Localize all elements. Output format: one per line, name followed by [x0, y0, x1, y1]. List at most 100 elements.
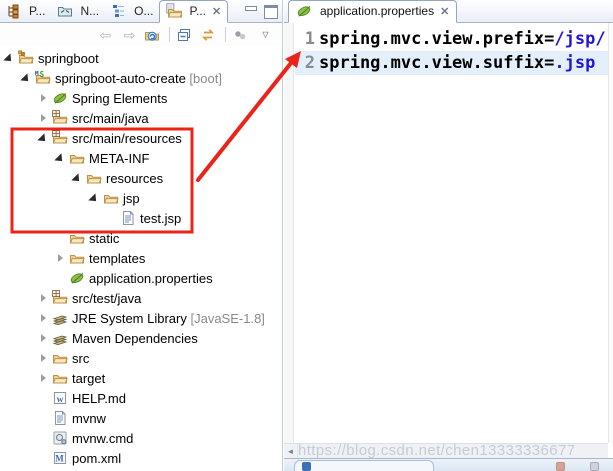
code-line-2[interactable]: 2 spring.mvc.view.suffix= .jsp — [295, 51, 608, 75]
toolbar-separator — [169, 27, 170, 42]
tree-item-test-jsp[interactable]: test.jsp — [0, 208, 282, 228]
caret-expanded-icon[interactable] — [89, 192, 102, 205]
blue-view-icon — [302, 462, 311, 471]
collapse-all-icon[interactable] — [177, 26, 194, 43]
tree-item-mvnw[interactable]: mvnw — [0, 408, 282, 428]
caret-expanded-icon[interactable] — [55, 152, 68, 165]
link-with-editor-icon[interactable] — [201, 26, 218, 43]
back-arrow-icon[interactable]: ⇦ — [97, 26, 114, 43]
property-key: spring.mvc.view.prefix= — [319, 29, 555, 49]
tree-item-templates[interactable]: templates — [0, 248, 282, 268]
red-view-icon — [556, 462, 565, 471]
caret-collapsed-icon[interactable] — [38, 112, 51, 125]
toolbar-separator — [225, 27, 226, 42]
tree-item-label: META-INF — [89, 150, 150, 166]
tree-item-src[interactable]: src — [0, 348, 282, 368]
caret-collapsed-icon[interactable] — [38, 332, 51, 345]
source-folder-icon — [52, 290, 68, 304]
tree-item-label: target — [72, 370, 106, 386]
code-area[interactable]: 1 spring.mvc.view.prefix=/jsp/2 spring.mvc… — [284, 23, 608, 443]
focus-view-icon[interactable] — [233, 26, 250, 43]
tab-project-explorer[interactable]: P... — [0, 0, 51, 22]
overview-ruler — [608, 23, 613, 443]
svg-text:M: M — [55, 454, 64, 464]
library-icon — [52, 315, 68, 326]
tree-item-pom-xml[interactable]: Mpom.xml — [0, 448, 282, 468]
editor-tab-label: application.properties — [320, 4, 435, 18]
caret-expanded-icon[interactable] — [38, 132, 51, 145]
tab-package-explorer[interactable]: P... ✕ — [159, 0, 229, 23]
caret-spacer — [38, 432, 51, 445]
tree-item-src-main-resources[interactable]: src/main/resources — [0, 128, 282, 148]
package-explorer-icon — [166, 3, 183, 18]
view-menu-icon[interactable]: ▽ — [257, 26, 274, 43]
tree-item-spring-elements[interactable]: Spring Elements — [0, 88, 282, 108]
tab-outline[interactable]: O... — [105, 0, 159, 22]
folder-icon — [69, 155, 85, 164]
editor-tab-application-properties[interactable]: application.properties ✕ — [288, 0, 458, 23]
close-icon[interactable]: ✕ — [440, 5, 449, 18]
caret-spacer — [38, 392, 51, 405]
caret-spacer — [55, 272, 68, 285]
tree-item-label: Spring Elements — [72, 90, 168, 106]
caret-expanded-icon[interactable] — [72, 172, 85, 185]
package-explorer-panel: P... N... O... P... ✕ ⇦ ⇨ ▽ springboot M… — [0, 0, 283, 471]
caret-collapsed-icon[interactable] — [55, 252, 68, 265]
caret-expanded-icon[interactable] — [4, 52, 17, 65]
caret-expanded-icon[interactable] — [21, 72, 34, 85]
tree-item-label: Maven Dependencies — [72, 330, 198, 346]
forward-arrow-icon[interactable]: ⇨ — [121, 26, 138, 43]
caret-collapsed-icon[interactable] — [38, 372, 51, 385]
tab-navigator[interactable]: N... — [51, 0, 105, 22]
spring-leaf-icon — [53, 93, 67, 104]
tree-item-application-properties[interactable]: application.properties — [0, 268, 282, 288]
maven-spring-project-icon: MS — [35, 70, 51, 84]
tree-item-resources[interactable]: resources — [0, 168, 282, 188]
spring-leaf-icon — [70, 273, 84, 284]
tree-item-label: springboot — [38, 50, 99, 66]
caret-spacer — [106, 212, 119, 225]
go-into-folder-icon[interactable] — [145, 26, 162, 43]
tree-item-springboot-auto-create[interactable]: M Sspringboot-auto-create [boot] — [0, 68, 282, 88]
tree-item-jsp[interactable]: jsp — [0, 188, 282, 208]
horizontal-scrollbar[interactable]: ◄ — [284, 443, 608, 458]
caret-collapsed-icon[interactable] — [38, 292, 51, 305]
text-file-icon — [55, 411, 66, 425]
md-file-icon: w — [54, 392, 66, 405]
workingset-folder-icon — [18, 50, 34, 64]
caret-collapsed-icon[interactable] — [38, 352, 51, 365]
tree-item-target[interactable]: target — [0, 368, 282, 388]
caret-collapsed-icon[interactable] — [38, 312, 51, 325]
tree-item-label: src/test/java — [72, 290, 142, 306]
tab-label: O... — [134, 3, 154, 18]
caret-collapsed-icon[interactable] — [38, 92, 51, 105]
tree-item-maven-dependencies[interactable]: Maven Dependencies — [0, 328, 282, 348]
tree-item-label: resources — [106, 170, 164, 186]
tree-item-help-md[interactable]: w HELP.md — [0, 388, 282, 408]
line-number: 1 — [304, 29, 315, 49]
maximize-icon[interactable] — [264, 5, 278, 19]
scroll-left-icon[interactable]: ◄ — [284, 444, 298, 458]
spring-leaf-icon — [297, 6, 311, 17]
tree-item-springboot[interactable]: springboot — [0, 48, 282, 68]
code-lines: 1 spring.mvc.view.prefix=/jsp/2 spring.mvc… — [284, 27, 608, 75]
folder-icon — [52, 375, 68, 384]
minimize-icon[interactable] — [244, 5, 257, 16]
bottom-view-tab[interactable] — [294, 460, 434, 471]
tree-item-mvnw-cmd[interactable]: mvnw.cmd — [0, 428, 282, 448]
tree-item-label: templates — [89, 250, 146, 266]
editor-tab-bar: application.properties ✕ — [284, 0, 613, 23]
tree-item-jre-system-library[interactable]: JRE System Library [JavaSE-1.8] — [0, 308, 282, 328]
folder-icon — [69, 235, 85, 244]
ide-window: P... N... O... P... ✕ ⇦ ⇨ ▽ springboot M… — [0, 0, 613, 471]
tree-item-src-test-java[interactable]: src/test/java — [0, 288, 282, 308]
tree-item-src-main-java[interactable]: src/main/java — [0, 108, 282, 128]
close-icon[interactable]: ✕ — [212, 5, 221, 18]
folder-icon — [86, 175, 102, 184]
tree-item-label: springboot-auto-create — [55, 70, 186, 86]
tree-item-decoration: [JavaSE-1.8] — [186, 310, 265, 326]
tree-item-meta-inf[interactable]: META-INF — [0, 148, 282, 168]
code-line-1[interactable]: 1 spring.mvc.view.prefix=/jsp/ — [295, 27, 608, 51]
tab-label: N... — [80, 3, 100, 18]
tree-item-static[interactable]: static — [0, 228, 282, 248]
